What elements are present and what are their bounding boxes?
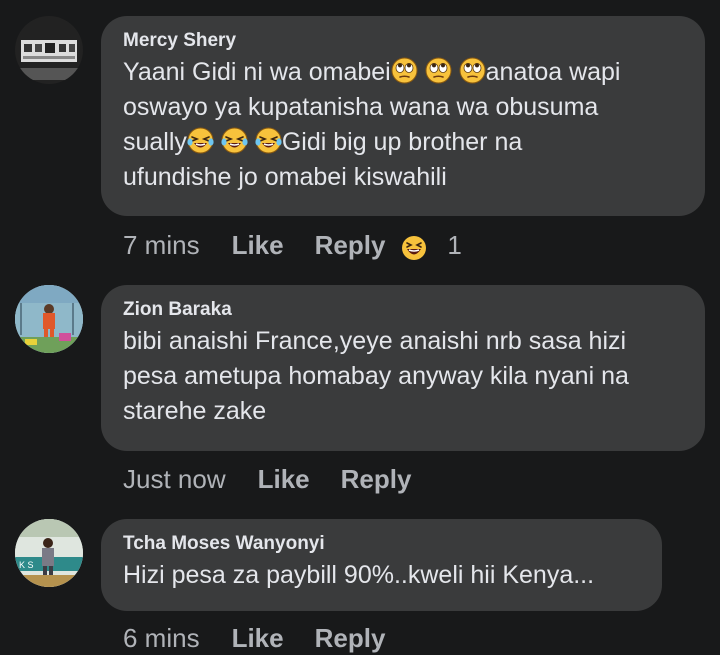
rolling-on-floor-laughing-icon — [186, 127, 214, 154]
comment-item: Zion Baraka bibi anaishi France,yeye ana… — [0, 270, 720, 505]
comment-text: Hizi pesa za paybill 90%..kweli hii Keny… — [123, 561, 595, 589]
comment-text: Yaani Gidi ni wa omabei anatoa wapi oswa… — [123, 57, 621, 191]
comment-timestamp[interactable]: Just now — [123, 464, 226, 495]
rolling-on-floor-laughing-icon — [220, 127, 248, 154]
comment-author[interactable]: Zion Baraka — [123, 299, 683, 321]
like-button[interactable]: Like — [258, 464, 310, 495]
comment-actions: 7 mins Like Reply 1 — [123, 230, 462, 261]
avatar[interactable]: K S — [15, 519, 83, 587]
reply-button[interactable]: Reply — [341, 464, 412, 495]
avatar[interactable] — [15, 16, 83, 84]
comment-timestamp[interactable]: 7 mins — [123, 230, 200, 261]
comment-bubble: Zion Baraka bibi anaishi France,yeye ana… — [101, 285, 705, 451]
svg-text:K S: K S — [19, 560, 34, 570]
comment-item: K S Tcha Moses Wanyonyi Hizi pesa za pay… — [0, 505, 720, 655]
reply-button[interactable]: Reply — [315, 230, 386, 261]
reaction-count[interactable]: 1 — [447, 230, 461, 261]
comment-bubble: Tcha Moses Wanyonyi Hizi pesa za paybill… — [101, 519, 662, 611]
comment-actions: Just now Like Reply — [123, 464, 411, 495]
rolling-on-floor-laughing-icon — [254, 127, 282, 154]
face-rolling-eyes-icon — [424, 57, 452, 84]
face-rolling-eyes-icon — [458, 57, 486, 84]
comment-author[interactable]: Tcha Moses Wanyonyi — [123, 533, 640, 555]
comment-text: bibi anaishi France,yeye anaishi nrb sas… — [123, 327, 629, 425]
comment-timestamp[interactable]: 6 mins — [123, 623, 200, 654]
like-button[interactable]: Like — [232, 230, 284, 261]
comment-author[interactable]: Mercy Shery — [123, 30, 683, 52]
face-rolling-eyes-icon — [390, 57, 418, 84]
comment-item: Mercy Shery Yaani Gidi ni wa omabei anat… — [0, 0, 720, 270]
avatar[interactable] — [15, 285, 83, 353]
reply-button[interactable]: Reply — [315, 623, 386, 654]
like-button[interactable]: Like — [232, 623, 284, 654]
comment-bubble: Mercy Shery Yaani Gidi ni wa omabei anat… — [101, 16, 705, 216]
laughing-emoji-icon[interactable] — [401, 235, 427, 261]
comment-actions: 6 mins Like Reply — [123, 623, 385, 654]
